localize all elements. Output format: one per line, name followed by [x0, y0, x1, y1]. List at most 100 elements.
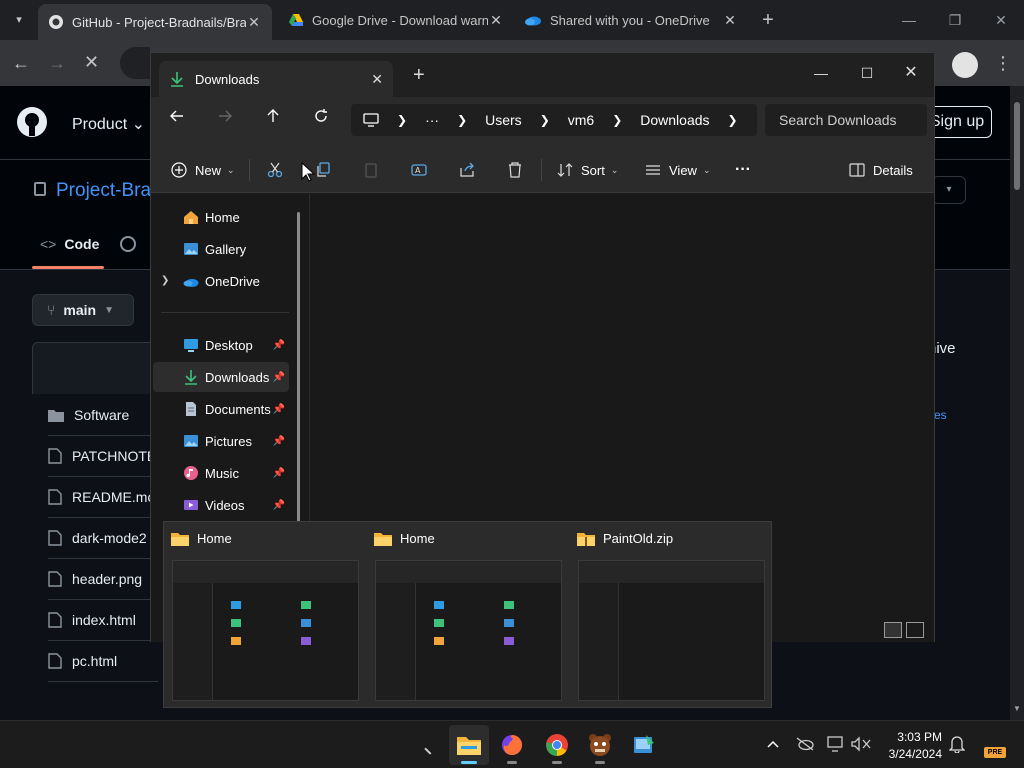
- close-icon[interactable]: ✕: [246, 14, 262, 31]
- taskbar-time[interactable]: 3:03 PM: [886, 730, 942, 744]
- minimize-button[interactable]: —: [897, 8, 921, 32]
- up-arrow-icon[interactable]: [260, 103, 286, 129]
- plus-circle-icon: [171, 162, 187, 178]
- pin-icon[interactable]: 📌: [273, 436, 285, 447]
- file-row-software[interactable]: Software: [48, 395, 158, 436]
- pin-icon[interactable]: 📌: [273, 404, 285, 415]
- repo-name[interactable]: Project-Brad: [56, 180, 162, 202]
- scrollbar-thumb[interactable]: [1014, 102, 1020, 190]
- forward-arrow-icon[interactable]: [212, 103, 238, 129]
- cut-button[interactable]: [267, 155, 283, 185]
- close-window-button[interactable]: ✕: [989, 8, 1013, 32]
- taskbar-file-explorer[interactable]: [449, 725, 489, 765]
- page-scrollbar[interactable]: ▼: [1010, 86, 1024, 720]
- chrome-tab-title: Google Drive - Download warni: [312, 12, 488, 28]
- show-hidden-icons-chevron-icon[interactable]: [762, 733, 784, 755]
- taskbar-firefox[interactable]: [492, 725, 532, 765]
- copy-button[interactable]: [315, 155, 331, 185]
- maximize-button[interactable]: ❐: [943, 8, 967, 32]
- new-button[interactable]: New ⌄: [171, 155, 235, 185]
- pin-icon[interactable]: 📌: [273, 372, 285, 383]
- sidebar-item-desktop[interactable]: Desktop 📌: [153, 330, 289, 360]
- menu-kebab-icon[interactable]: ⋮: [994, 52, 1012, 74]
- stop-loading-icon[interactable]: ✕: [84, 52, 104, 72]
- close-icon[interactable]: ✕: [488, 12, 504, 29]
- sidebar-item-home[interactable]: Home: [153, 202, 289, 232]
- refresh-icon[interactable]: [308, 103, 334, 129]
- sidebar-item-gallery[interactable]: Gallery: [153, 234, 289, 264]
- file-row[interactable]: PATCHNOTE: [48, 436, 158, 477]
- close-icon[interactable]: ✕: [722, 12, 738, 29]
- navigation-pane-scrollbar[interactable]: [297, 212, 300, 542]
- back-arrow-icon[interactable]: ←: [12, 53, 32, 73]
- rename-button[interactable]: A: [411, 155, 427, 185]
- sidebar-item-downloads[interactable]: Downloads 📌: [153, 362, 289, 392]
- new-explorer-tab-button[interactable]: +: [413, 65, 429, 85]
- network-volume-icon[interactable]: [850, 733, 872, 755]
- github-logo-icon[interactable]: [16, 106, 48, 138]
- explorer-tab-downloads[interactable]: Downloads ✕: [159, 61, 393, 97]
- scroll-down-arrow-icon[interactable]: ▼: [1013, 704, 1021, 713]
- back-arrow-icon[interactable]: [164, 103, 190, 129]
- pin-icon[interactable]: 📌: [273, 500, 285, 511]
- breadcrumb-downloads[interactable]: Downloads: [640, 112, 709, 128]
- breadcrumb-vm6[interactable]: vm6: [568, 112, 594, 128]
- taskbar-game-app[interactable]: [580, 725, 620, 765]
- profile-avatar-icon[interactable]: [952, 52, 978, 78]
- issues-icon[interactable]: [120, 236, 136, 252]
- chrome-tab-onedrive[interactable]: Shared with you - OneDrive ✕: [514, 6, 748, 34]
- taskbar-app-installer[interactable]: [624, 725, 664, 765]
- large-icons-view-toggle-icon[interactable]: [906, 622, 924, 638]
- nav-product[interactable]: Product ⌄: [72, 114, 145, 134]
- tab-search-button[interactable]: ▾: [8, 10, 30, 30]
- thumbnail-window-paintold[interactable]: PaintOld.zip: [570, 522, 773, 708]
- new-tab-button[interactable]: +: [758, 8, 778, 32]
- search-input[interactable]: Search Downloads: [765, 104, 927, 136]
- file-row[interactable]: README.mo: [48, 477, 158, 518]
- share-button[interactable]: [459, 155, 475, 185]
- close-icon[interactable]: ✕: [371, 71, 383, 88]
- sidebar-item-onedrive[interactable]: OneDrive: [153, 266, 289, 296]
- forward-arrow-icon[interactable]: →: [48, 53, 68, 73]
- omnibox[interactable]: [120, 47, 150, 79]
- breadcrumb-users[interactable]: Users: [485, 112, 522, 128]
- sidebar-item-music[interactable]: Music 📌: [153, 458, 289, 488]
- sidebar-item-videos[interactable]: Videos 📌: [153, 490, 289, 520]
- display-settings-icon[interactable]: [825, 733, 847, 755]
- file-row[interactable]: dark-mode2: [48, 518, 158, 559]
- file-row[interactable]: pc.html: [48, 641, 158, 682]
- branch-selector[interactable]: ⑂ main ▼: [32, 294, 134, 326]
- tab-code[interactable]: <> Code: [40, 236, 99, 252]
- pin-icon[interactable]: 📌: [273, 340, 285, 351]
- sidebar-item-documents[interactable]: Documents 📌: [153, 394, 289, 424]
- file-row[interactable]: header.png: [48, 559, 158, 600]
- thumbnail-window-home-2[interactable]: Home: [367, 522, 570, 708]
- onedrive-offline-icon[interactable]: [794, 733, 816, 755]
- breadcrumb-overflow[interactable]: ···: [425, 112, 439, 128]
- close-window-button[interactable]: ✕: [901, 63, 921, 83]
- thumbnail-window-home-1[interactable]: Home: [164, 522, 367, 708]
- chrome-tab-google-drive[interactable]: Google Drive - Download warni ✕: [278, 6, 514, 34]
- sidebar-item-pictures[interactable]: Pictures 📌: [153, 426, 289, 456]
- about-link-fragment[interactable]: es: [934, 408, 947, 422]
- paste-button[interactable]: [363, 155, 379, 185]
- chrome-tab-github[interactable]: GitHub - Project-Bradnails/Brad ✕: [38, 4, 272, 40]
- dropdown-button[interactable]: ▾: [932, 176, 966, 204]
- pin-icon[interactable]: 📌: [273, 468, 285, 479]
- notification-bell-icon[interactable]: [946, 733, 968, 755]
- delete-button[interactable]: [507, 155, 523, 185]
- minimize-button[interactable]: —: [811, 63, 831, 83]
- more-options-button[interactable]: ···: [735, 155, 751, 185]
- details-view-toggle-icon[interactable]: [884, 622, 902, 638]
- details-button[interactable]: Details: [849, 155, 913, 185]
- sidebar-item-label: Downloads: [205, 369, 270, 385]
- taskbar-date[interactable]: 3/24/2024: [882, 747, 942, 761]
- maximize-button[interactable]: ☐: [857, 63, 877, 83]
- file-row[interactable]: index.html: [48, 600, 158, 641]
- view-button[interactable]: View ⌄: [645, 155, 711, 185]
- sort-button[interactable]: Sort ⌄: [557, 155, 618, 185]
- address-bar[interactable]: ❯ ··· ❯ Users ❯ vm6 ❯ Downloads ❯: [351, 104, 757, 136]
- chevron-right-icon: ❯: [457, 113, 468, 127]
- taskbar-chrome[interactable]: [537, 725, 577, 765]
- thumbnail-title-label: Home: [197, 531, 232, 546]
